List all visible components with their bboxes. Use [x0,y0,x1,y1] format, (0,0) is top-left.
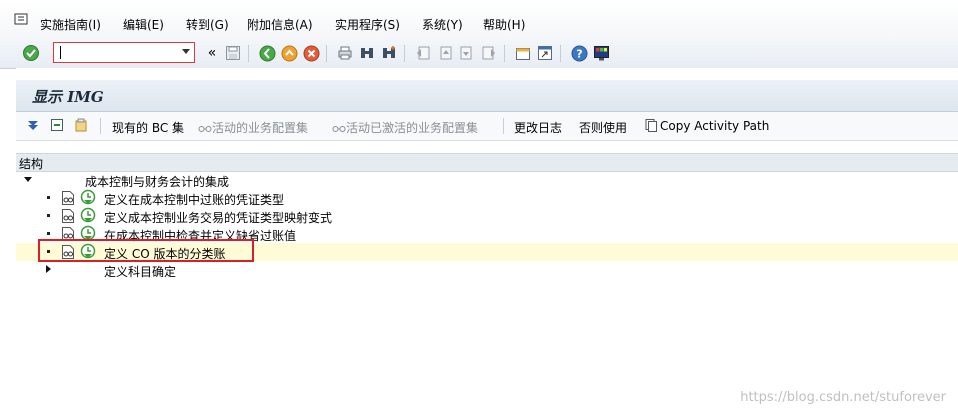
menu-goto[interactable]: 转到(G) [186,16,229,33]
monitor-icon [593,45,609,60]
toolbar-separator [404,45,405,62]
menu-help[interactable]: 帮助(H) [483,16,525,33]
activated-activated-bc-sets-label: 活动已激活的业务配置集 [346,121,479,135]
back-button[interactable] [258,44,276,62]
first-page-button[interactable] [414,44,432,62]
execute-clock-icon[interactable] [80,189,96,205]
previous-page-button[interactable] [436,44,454,62]
documentation-icon[interactable] [61,208,75,224]
tree-node-label: 定义科目确定 [104,265,177,279]
last-page-button[interactable] [480,44,498,62]
copy-document-icon [645,119,657,132]
check-icon [23,45,39,61]
tree-node-label: 定义成本控制业务交易的凭证类型映射变式 [104,211,333,225]
collapse-command-field-button[interactable]: « [203,44,221,62]
bullet-icon [47,232,50,235]
command-field[interactable] [53,42,195,63]
toolbar-separator [100,118,101,134]
printer-icon [338,46,352,60]
expanded-triangle-icon[interactable] [24,177,32,182]
shortcut-icon [538,46,552,60]
toolbar-separator [248,45,249,62]
standard-toolbar: « ? [0,40,958,69]
find-button[interactable] [358,44,376,62]
collapsed-triangle-icon[interactable] [46,265,51,273]
execute-clock-icon[interactable] [80,207,96,223]
page-title: 显示 IMG [32,88,104,106]
title-bar: 显示 IMG [16,80,958,112]
tree-root-node[interactable]: 成本控制与财务会计的集成 [16,171,958,189]
cancel-icon [303,45,319,61]
toolbar-separator [326,45,327,62]
exit-icon [281,45,297,61]
toolbar-separator [503,118,504,134]
red-highlight-annotation [38,239,254,262]
enter-button[interactable] [22,44,40,62]
tree-root-label: 成本控制与财务会计的集成 [85,175,230,189]
copy-activity-path-button[interactable]: Copy Activity Path [660,119,769,133]
structure-column-label: 结构 [19,157,44,171]
back-icon [259,45,275,61]
previous-page-icon [440,46,452,60]
notes-icon[interactable] [74,118,88,132]
menu-edit[interactable]: 编辑(E) [123,16,164,33]
new-window-icon [516,48,530,60]
activated-bc-sets-button[interactable]: 活动的业务配置集 [198,119,308,136]
binoculars-icon [361,48,373,58]
tree-node-label: 定义在成本控制中过账的凭证类型 [104,193,285,207]
application-toolbar: 现有的 BC 集 活动的业务配置集 活动已激活的业务配置集 更改日志 否则使用 … [16,112,958,141]
tree-node[interactable]: 定义成本控制业务交易的凭证类型映射变式 [16,207,958,225]
print-button[interactable] [336,44,354,62]
window-menu-icon[interactable] [14,13,28,25]
menu-extras[interactable]: 附加信息(A) [247,16,313,33]
chevron-down-icon[interactable] [182,49,190,54]
last-page-icon [482,46,495,60]
otherwise-use-button[interactable]: 否则使用 [579,119,627,136]
find-next-button[interactable] [380,44,398,62]
svg-text:?: ? [576,47,582,60]
first-page-icon [417,46,430,60]
toolbar-separator [504,45,505,62]
watermark: https://blog.csdn.net/stuforever [740,390,946,405]
next-page-button[interactable] [458,44,476,62]
next-page-icon [460,46,472,60]
save-icon [226,46,240,60]
customize-layout-button[interactable] [592,44,610,62]
save-button[interactable] [224,44,242,62]
existing-bc-sets-button[interactable]: 现有的 BC 集 [112,119,184,136]
menu-implementation-guide[interactable]: 实施指南(I) [40,16,101,33]
command-input[interactable] [54,43,178,62]
tree-column-header: 结构 [16,153,958,172]
menu-bar: 实施指南(I) 编辑(E) 转到(G) 附加信息(A) 实用程序(S) 系统(Y… [0,0,958,41]
activated-bc-sets-label: 活动的业务配置集 [212,121,309,135]
menu-utilities[interactable]: 实用程序(S) [335,16,400,33]
binoculars-plus-icon [383,46,395,58]
activated-activated-bc-sets-button[interactable]: 活动已激活的业务配置集 [332,119,478,136]
change-log-button[interactable]: 更改日志 [514,119,562,136]
expand-subtree-icon[interactable] [26,118,40,132]
help-icon: ? [571,45,587,61]
cancel-button[interactable] [302,44,320,62]
menu-system[interactable]: 系统(Y) [422,16,463,33]
main-content: 显示 IMG 现有的 BC 集 活动的业务配置集 活动已激活的业务配置集 更改日… [16,68,958,413]
bullet-icon [47,196,50,199]
text-cursor [60,46,61,59]
glasses-icon [198,126,212,132]
help-button[interactable]: ? [570,44,588,62]
exit-button[interactable] [280,44,298,62]
bullet-icon [47,214,50,217]
tree-node[interactable]: 定义在成本控制中过账的凭证类型 [16,189,958,207]
tree-node-collapsed[interactable]: 定义科目确定 [16,261,958,279]
toolbar-separator [560,45,561,62]
create-shortcut-button[interactable] [536,44,554,62]
glasses-icon [332,126,346,132]
create-session-button[interactable] [514,44,532,62]
collapse-subtree-icon[interactable] [50,118,64,132]
documentation-icon[interactable] [61,190,75,206]
